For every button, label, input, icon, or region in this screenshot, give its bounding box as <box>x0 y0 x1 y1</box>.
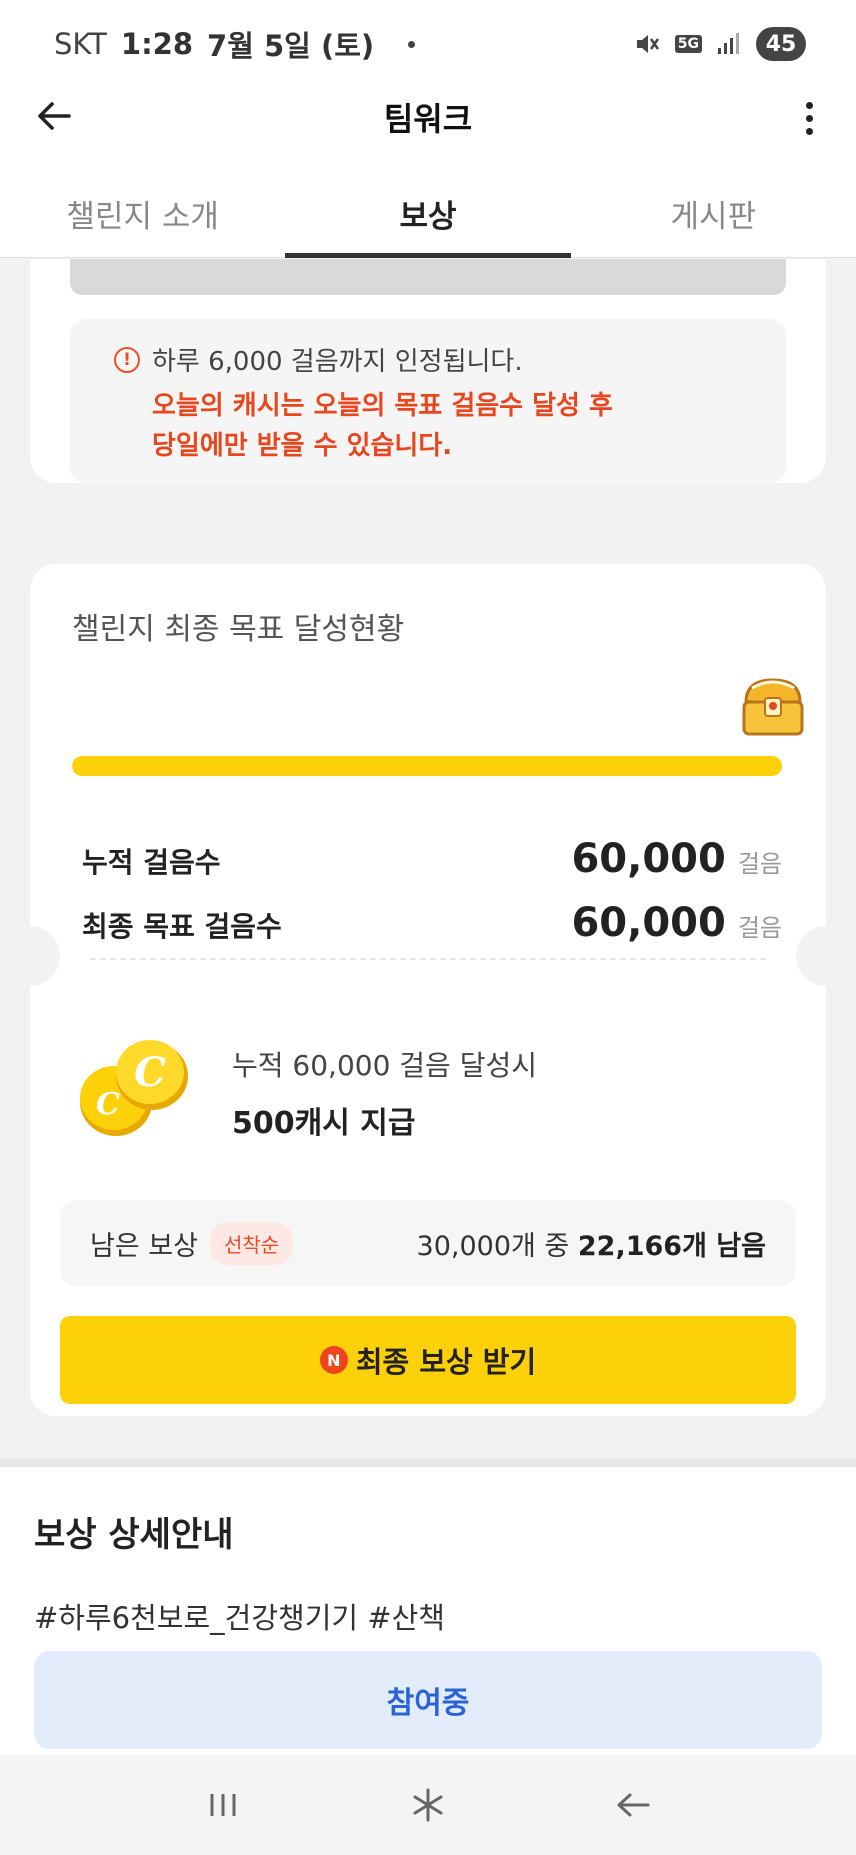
goal-title: 챌린지 최종 목표 달성현황 <box>72 612 405 647</box>
reward-info: 누적 60,000 걸음 달성시 500캐시 지급 <box>232 1044 537 1142</box>
remaining-rewards-count: 30,000개 중 22,166개 남음 <box>416 1230 766 1262</box>
final-goal-card: 챌린지 최종 목표 달성현황 누적 걸음수 60,000 걸음 최종 목표 걸음… <box>0 564 856 1416</box>
remaining-rewards-label: 남은 보상 <box>90 1230 198 1262</box>
tab-bar: 챌린지 소개 보상 게시판 <box>0 170 856 258</box>
dashed-divider <box>90 958 766 960</box>
goal-progress-fill <box>72 756 782 776</box>
back-arrow-icon <box>617 1793 650 1817</box>
notice-warning-line1: 오늘의 캐시는 오늘의 목표 걸음수 달성 후 <box>152 391 613 421</box>
tab-challenge-intro[interactable]: 챌린지 소개 <box>0 170 285 257</box>
notification-dot-icon <box>408 40 416 48</box>
home-asterisk-icon <box>413 1788 443 1822</box>
tab-board[interactable]: 게시판 <box>571 170 856 257</box>
remaining-rewards-box: 남은 보상 선착순 30,000개 중 22,166개 남음 <box>60 1200 796 1286</box>
more-dots-icon <box>805 101 813 109</box>
reward-detail-section: 보상 상세안내 #하루6천보로_건강챙기기 #산책 참여중 <box>0 1467 856 1755</box>
svg-text:C: C <box>134 1049 166 1096</box>
goal-progress-bar <box>72 756 782 776</box>
accumulated-steps-row: 누적 걸음수 60,000 걸음 <box>82 836 786 882</box>
notice-text: 하루 6,000 걸음까지 인정됩니다. <box>152 347 523 377</box>
page-title: 팀워크 <box>383 100 473 138</box>
steps-unit: 걸음 <box>737 914 782 942</box>
target-steps-row: 최종 목표 걸음수 60,000 걸음 <box>82 900 786 946</box>
section-divider <box>0 1459 856 1467</box>
carrier-label: SKT <box>54 27 107 61</box>
accumulated-steps-label: 누적 걸음수 <box>82 846 221 879</box>
tab-reward[interactable]: 보상 <box>285 170 571 258</box>
battery-icon: 45 <box>756 27 806 61</box>
more-options-button[interactable] <box>784 88 834 148</box>
mute-icon <box>633 30 661 58</box>
svg-text:C: C <box>96 1087 120 1122</box>
recent-apps-icon <box>210 1794 236 1816</box>
target-steps-label: 최종 목표 걸음수 <box>82 910 282 943</box>
participating-button[interactable]: 참여중 <box>34 1651 822 1749</box>
back-button[interactable] <box>24 86 84 146</box>
recent-apps-button[interactable] <box>183 1775 263 1835</box>
system-back-button[interactable] <box>593 1775 673 1835</box>
detail-title: 보상 상세안내 <box>34 1515 234 1555</box>
ticket-notch-right <box>796 926 856 986</box>
network-5g-icon: 5G <box>674 35 702 53</box>
claim-button-label: 최종 보상 받기 <box>355 1345 537 1379</box>
signal-icon <box>716 32 742 56</box>
ticket-notch-left <box>0 926 60 986</box>
naver-pay-icon: N <box>319 1346 348 1374</box>
steps-unit: 걸음 <box>737 850 782 878</box>
first-come-badge: 선착순 <box>209 1221 294 1265</box>
hashtags: #하루6천보로_건강챙기기 #산책 <box>34 1601 445 1635</box>
reward-condition: 누적 60,000 걸음 달성시 <box>232 1049 537 1082</box>
daily-reward-card: ! 하루 6,000 걸음까지 인정됩니다. 오늘의 캐시는 오늘의 목표 걸음… <box>30 259 826 483</box>
notice-warning-line2: 당일에만 받을 수 있습니다. <box>152 431 453 461</box>
disabled-button <box>70 259 786 295</box>
accumulated-steps-value: 60,000 <box>571 836 726 882</box>
warning-icon: ! <box>114 346 140 373</box>
cash-coin-icon: C C <box>74 1034 194 1144</box>
reward-amount: 500캐시 지급 <box>232 1106 416 1141</box>
scroll-content[interactable]: ! 하루 6,000 걸음까지 인정됩니다. 오늘의 캐시는 오늘의 목표 걸음… <box>0 259 856 1755</box>
status-time: 1:28 <box>120 27 194 61</box>
claim-final-reward-button[interactable]: N 최종 보상 받기 <box>60 1316 796 1404</box>
status-date: 7월 5일 (토) <box>207 29 375 63</box>
target-steps-value: 60,000 <box>571 900 726 946</box>
treasure-chest-icon <box>738 674 808 740</box>
system-nav-bar <box>0 1755 856 1855</box>
notice-box: ! 하루 6,000 걸음까지 인정됩니다. 오늘의 캐시는 오늘의 목표 걸음… <box>70 319 786 483</box>
status-bar: SKT 1:28 7월 5일 (토) 5G 45 <box>0 0 856 88</box>
arrow-left-icon <box>38 102 71 130</box>
home-button[interactable] <box>388 1775 468 1835</box>
